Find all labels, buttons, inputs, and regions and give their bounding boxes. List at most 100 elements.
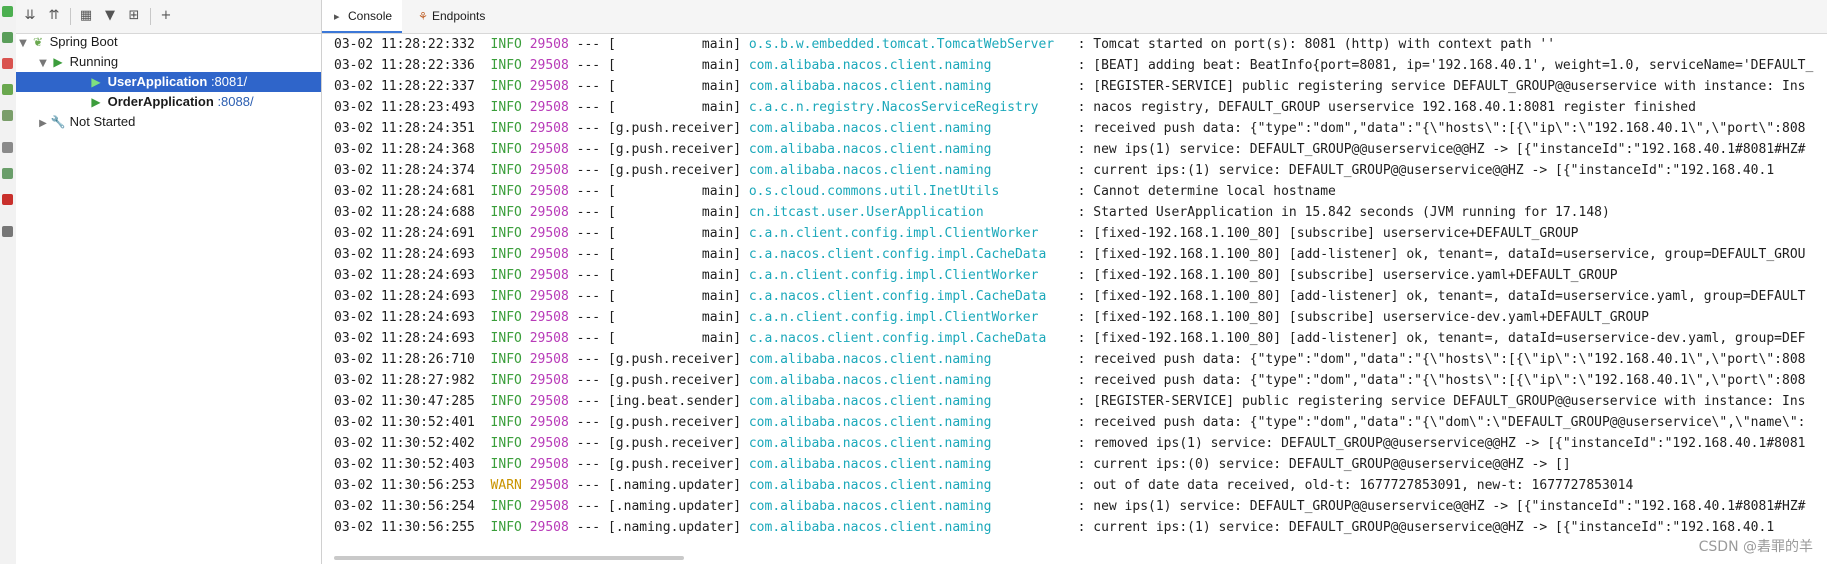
filter-icon[interactable]: ▼ [102, 8, 118, 24]
log-separator: --- [568, 142, 608, 157]
run-icon[interactable] [2, 32, 13, 43]
log-gap [522, 184, 530, 199]
log-pid: 29508 [529, 478, 569, 493]
log-gap [475, 457, 491, 472]
chevron-down-icon[interactable]: ▼ [16, 34, 30, 54]
log-message: : [fixed-192.168.1.100_80] [add-listener… [1077, 331, 1806, 346]
log-gap [1070, 415, 1078, 430]
log-level: INFO [490, 226, 522, 241]
log-line: 03-02 11:28:24:374 INFO 29508 --- [g.pus… [334, 160, 1827, 181]
group-icon[interactable]: ▦ [78, 8, 94, 24]
log-line: 03-02 11:28:24:368 INFO 29508 --- [g.pus… [334, 139, 1827, 160]
log-logger: com.alibaba.nacos.client.naming [748, 436, 1070, 451]
log-line: 03-02 11:28:24:691 INFO 29508 --- [ main… [334, 223, 1827, 244]
log-thread: [ main] [607, 79, 742, 94]
log-gap [522, 247, 530, 262]
app-port-link[interactable]: :8081/ [211, 74, 247, 89]
log-line: 03-02 11:28:24:693 INFO 29508 --- [ main… [334, 244, 1827, 265]
log-line: 03-02 11:28:24:693 INFO 29508 --- [ main… [334, 328, 1827, 349]
log-gap [741, 100, 749, 115]
log-pid: 29508 [529, 226, 569, 241]
log-line: 03-02 11:28:24:693 INFO 29508 --- [ main… [334, 307, 1827, 328]
log-gap [522, 226, 530, 241]
log-gap [475, 289, 491, 304]
log-timestamp: 03-02 11:28:24:693 [334, 268, 475, 283]
add-icon[interactable]: + [158, 8, 174, 24]
log-gap [741, 79, 749, 94]
log-thread: [ main] [607, 289, 742, 304]
profile-icon[interactable] [2, 110, 13, 121]
log-pid: 29508 [529, 268, 569, 283]
wrench-icon: 🔧 [50, 115, 66, 129]
app-port-link[interactable]: :8088/ [217, 94, 253, 109]
log-gap [1070, 226, 1078, 241]
expand-all-icon[interactable]: ⇊ [22, 8, 38, 24]
log-timestamp: 03-02 11:30:52:402 [334, 436, 475, 451]
debug-icon[interactable] [2, 84, 13, 95]
log-gap [475, 499, 491, 514]
tree-node-not-started[interactable]: ▶ 🔧 Not Started [36, 112, 316, 132]
tree-node-order-application[interactable]: ▶ OrderApplication :8088/ [16, 92, 321, 112]
log-gap [1070, 205, 1078, 220]
log-pid: 29508 [529, 142, 569, 157]
log-gap [1070, 520, 1078, 535]
log-message: : [REGISTER-SERVICE] public registering … [1077, 79, 1806, 94]
log-logger: com.alibaba.nacos.client.naming [748, 121, 1070, 136]
log-logger: com.alibaba.nacos.client.naming [748, 79, 1070, 94]
log-separator: --- [568, 457, 608, 472]
add-configuration-icon[interactable]: ⊞ [126, 8, 142, 24]
log-gap [475, 184, 491, 199]
log-level: INFO [490, 184, 522, 199]
log-line: 03-02 11:28:27:982 INFO 29508 --- [g.pus… [334, 370, 1827, 391]
log-message: : received push data: {"type":"dom","dat… [1077, 415, 1806, 430]
log-gap [1070, 58, 1078, 73]
log-line: 03-02 11:28:24:693 INFO 29508 --- [ main… [334, 265, 1827, 286]
camera-icon[interactable] [2, 142, 13, 153]
log-message: : current ips:(1) service: DEFAULT_GROUP… [1077, 520, 1775, 535]
log-gap [475, 394, 491, 409]
log-thread: [ main] [607, 205, 742, 220]
log-timestamp: 03-02 11:28:24:693 [334, 289, 475, 304]
tree-node-running[interactable]: ▼ ▶ Running [36, 52, 316, 72]
log-thread: [.naming.updater] [607, 520, 742, 535]
tree-node-user-application[interactable]: ▶ UserApplication :8081/ [16, 72, 321, 92]
log-timestamp: 03-02 11:28:22:332 [334, 37, 475, 52]
log-gap [475, 415, 491, 430]
log-gap [1070, 37, 1078, 52]
log-logger: c.a.nacos.client.config.impl.CacheData [748, 331, 1070, 346]
log-message: : Tomcat started on port(s): 8081 (http)… [1077, 37, 1556, 52]
tree-node-spring-boot[interactable]: ▼ ❦ Spring Boot [16, 32, 316, 52]
log-timestamp: 03-02 11:28:24:681 [334, 184, 475, 199]
console-output[interactable]: 03-02 11:28:22:332 INFO 29508 --- [ main… [322, 34, 1827, 564]
tab-endpoints[interactable]: ⚘ Endpoints [406, 0, 495, 33]
log-thread: [.naming.updater] [607, 478, 742, 493]
log-thread: [g.push.receiver] [607, 142, 742, 157]
log-logger: o.s.cloud.commons.util.InetUtils [748, 184, 1070, 199]
log-separator: --- [568, 79, 608, 94]
stop-icon[interactable] [2, 58, 13, 69]
log-gap [741, 436, 749, 451]
chevron-right-icon[interactable]: ▶ [36, 114, 50, 134]
rerun-icon[interactable] [2, 6, 13, 17]
console-tabs: ▸ Console ⚘ Endpoints [322, 0, 1827, 34]
log-pid: 29508 [529, 79, 569, 94]
layout-icon[interactable] [2, 226, 13, 237]
log-separator: --- [568, 268, 608, 283]
exit-icon[interactable] [2, 194, 13, 205]
horizontal-scrollbar[interactable] [334, 556, 684, 560]
log-gap [475, 37, 491, 52]
log-logger: com.alibaba.nacos.client.naming [748, 58, 1070, 73]
log-gap [522, 142, 530, 157]
endpoints-icon: ⚘ [418, 10, 428, 23]
chevron-down-icon[interactable]: ▼ [36, 54, 50, 74]
log-message: : [BEAT] adding beat: BeatInfo{port=8081… [1077, 58, 1814, 73]
log-thread: [ main] [607, 184, 742, 199]
tab-console[interactable]: ▸ Console [322, 0, 403, 33]
log-gap [1070, 121, 1078, 136]
log-level: INFO [490, 520, 522, 535]
log-gap [475, 310, 491, 325]
collapse-all-icon[interactable]: ⇈ [46, 8, 62, 24]
log-separator: --- [568, 121, 608, 136]
coverage-icon[interactable] [2, 168, 13, 179]
log-thread: [ main] [607, 310, 742, 325]
